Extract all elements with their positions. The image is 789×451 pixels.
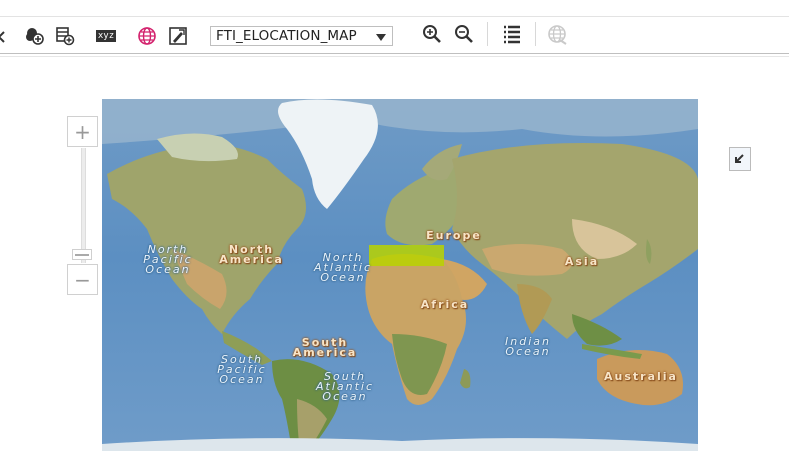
- table-add-icon[interactable]: [54, 25, 76, 47]
- label-north-america: North America: [219, 243, 284, 266]
- zoom-in-button[interactable]: +: [67, 116, 98, 147]
- label-africa: Africa: [420, 298, 470, 311]
- map-toolbar: [0, 17, 789, 53]
- world-map: [102, 99, 698, 451]
- list-icon[interactable]: [501, 23, 523, 45]
- label-asia: Asia: [564, 255, 600, 268]
- label-europe: Europe: [426, 229, 482, 242]
- zoom-in-icon[interactable]: [421, 23, 443, 45]
- map-select-value: FTI_ELOCATION_MAP: [216, 28, 357, 44]
- label-indian-ocean: Indian Ocean: [505, 335, 551, 358]
- label-south-pacific: South Pacific Ocean: [217, 353, 267, 386]
- xyz-icon[interactable]: xyz: [94, 25, 118, 47]
- highlight-region[interactable]: [369, 245, 444, 266]
- map-select[interactable]: FTI_ELOCATION_MAP: [210, 26, 393, 46]
- globe-icon[interactable]: [136, 25, 158, 47]
- toolbar-separator: [487, 22, 488, 46]
- toolbar-divider: [0, 53, 789, 54]
- toolbar-separator: [535, 22, 536, 46]
- zoom-out-label: −: [74, 267, 91, 292]
- label-north-pacific: North Pacific Ocean: [143, 243, 193, 276]
- layer-add-icon[interactable]: [24, 25, 46, 47]
- xyz-label: xyz: [95, 30, 117, 42]
- zoom-out-icon[interactable]: [453, 23, 475, 45]
- label-south-atlantic: South Atlantic Ocean: [315, 370, 375, 403]
- label-north-atlantic: North Atlantic Ocean: [313, 251, 373, 284]
- label-australia: Australia: [604, 370, 678, 383]
- map-edit-icon[interactable]: [167, 25, 189, 47]
- zoom-slider-thumb[interactable]: [72, 249, 92, 260]
- toolbar-divider-light: [0, 56, 789, 57]
- label-south-america: South America: [292, 336, 358, 359]
- map-canvas[interactable]: North Pacific Ocean North America North …: [102, 99, 698, 451]
- arrow-icon[interactable]: [0, 25, 13, 47]
- zoom-out-button[interactable]: −: [67, 264, 98, 295]
- globe-disabled-icon: [547, 24, 569, 46]
- overview-map-toggle[interactable]: [729, 147, 751, 171]
- zoom-in-label: +: [74, 119, 91, 144]
- zoom-slider-track[interactable]: [81, 148, 86, 263]
- collapse-arrow-icon: [735, 154, 744, 163]
- chevron-down-icon: [376, 34, 386, 41]
